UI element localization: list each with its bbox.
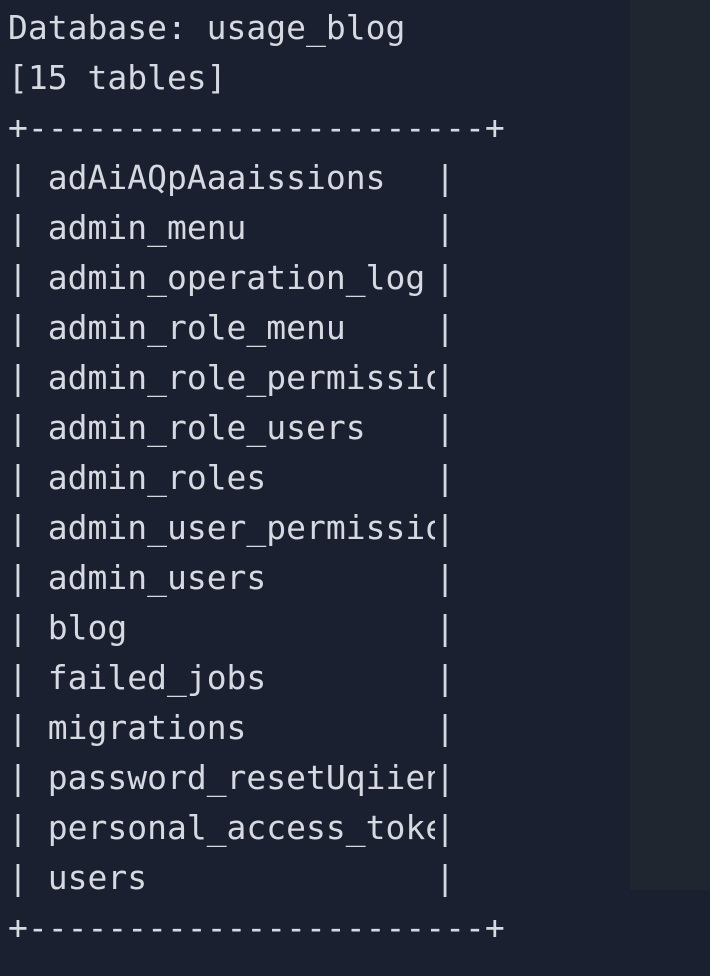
table-name: admin_role_menu [47,308,346,347]
left-pipe: | [8,158,28,197]
table-row: | admin_users | [8,553,710,603]
left-pipe: | [8,858,28,897]
left-pipe: | [8,258,28,297]
left-pipe: | [8,658,28,697]
table-name: admin_users [47,558,267,597]
right-pipe: | [435,808,456,847]
right-pipe: | [435,308,456,347]
table-name: password_resetUqiiena [47,758,436,797]
table-row: | password_resetUqiiena | [8,753,710,803]
right-pipe: | [435,158,456,197]
left-pipe: | [8,208,28,247]
left-pipe: | [8,758,28,797]
right-pipe: | [435,408,456,447]
table-border-top: +-----------------------+ [8,108,505,147]
right-pipe: | [435,758,456,797]
left-pipe: | [8,508,28,547]
table-name: admin_menu [47,208,247,247]
table-row: | admin_operation_log | [8,253,710,303]
table-name: admin_role_users [47,408,366,447]
table-count-line: [15 tables] [8,58,227,97]
table-row: | admin_role_menu | [8,303,710,353]
left-pipe: | [8,408,28,447]
database-line: Database: usage_blog [8,8,406,47]
table-row: | failed_jobs | [8,653,710,703]
table-row: | admin_role_permissions | [8,353,710,403]
right-pipe: | [435,508,456,547]
right-pipe: | [435,258,456,297]
table-row: | blog | [8,603,710,653]
table-row: | personal_access_tokens | [8,803,710,853]
terminal-window: Database: usage_blog [15 tables] +------… [0,0,710,976]
table-name: users [47,858,148,897]
table-name: personal_access_tokens [47,808,435,847]
left-pipe: | [8,308,28,347]
left-pipe: | [8,558,28,597]
right-pipe: | [435,608,456,647]
right-pipe: | [435,558,456,597]
table-row: | admin_role_users | [8,403,710,453]
table-name: blog [47,608,128,647]
table-row: | admin_roles | [8,453,710,503]
table-name: admin_operation_log [47,258,426,297]
right-pipe: | [435,458,456,497]
left-pipe: | [8,708,28,747]
right-pipe: | [435,358,456,397]
table-border-bottom: +-----------------------+ [8,908,505,947]
table-name: admin_user_permissions [47,508,435,547]
right-pipe: | [435,208,456,247]
left-pipe: | [8,808,28,847]
table-name: admin_roles [47,458,267,497]
table-name: failed_jobs [47,658,267,697]
left-pipe: | [8,608,28,647]
table-row: | admin_user_permissions | [8,503,710,553]
right-pipe: | [435,658,456,697]
table-row: | migrations | [8,703,710,753]
table-row: | adAiAQpAaaissions | [8,153,710,203]
table-name: migrations [47,708,247,747]
table-name: adAiAQpAaaissions [47,158,386,197]
left-pipe: | [8,358,28,397]
table-row: | users | [8,853,710,903]
right-pipe: | [435,858,456,897]
left-pipe: | [8,458,28,497]
right-pipe: | [435,708,456,747]
table-list: | adAiAQpAaaissions | | admin_menu | | adm… [8,153,710,903]
table-name: admin_role_permissions [47,358,435,397]
table-row: | admin_menu | [8,203,710,253]
